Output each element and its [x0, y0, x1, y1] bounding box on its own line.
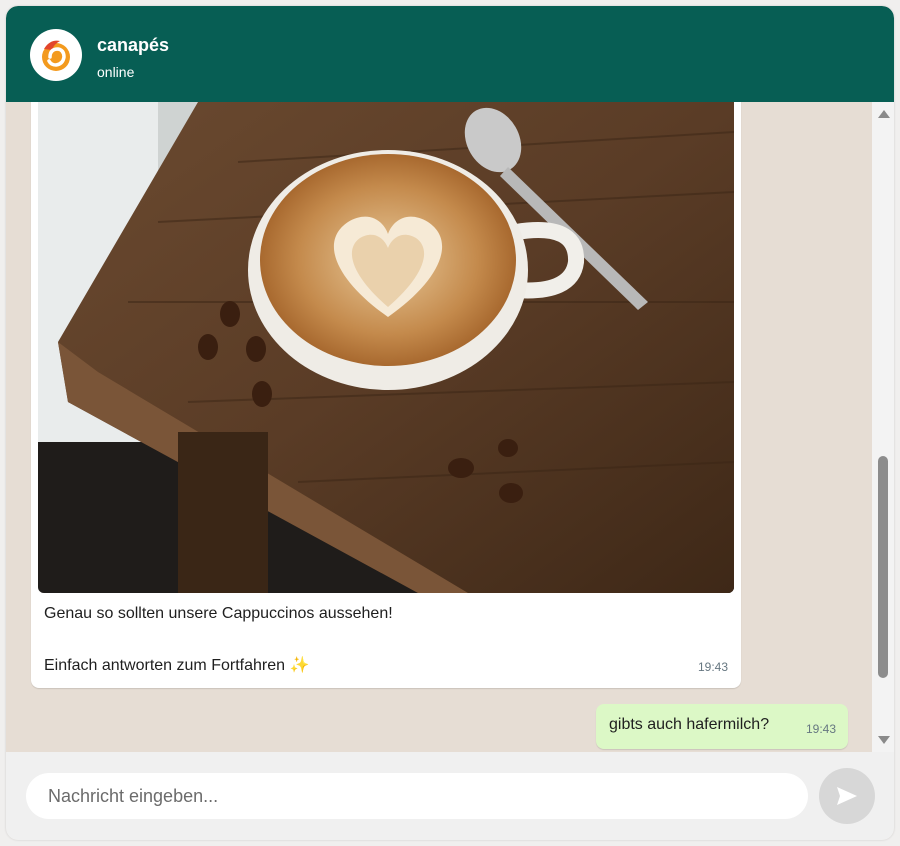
contact-status: online	[97, 64, 135, 80]
outgoing-message-text: gibts auch hafermilch?	[609, 716, 770, 733]
scroll-down-arrow-icon[interactable]	[878, 736, 890, 744]
scrollbar[interactable]	[872, 102, 894, 752]
latte-art-photo	[38, 102, 734, 593]
sparkles-emoji: ✨	[289, 657, 310, 674]
outgoing-message-timestamp: 19:43	[806, 722, 837, 736]
chat-window: canapés online Genau so sollten unsere C…	[6, 6, 894, 840]
brand-logo-icon	[42, 40, 70, 71]
message-text-line1: Genau so sollten unsere Cappuccinos auss…	[44, 605, 393, 622]
contact-name: canapés	[97, 35, 170, 55]
message-text-line2: Einfach antworten zum Fortfahren ✨	[44, 655, 309, 675]
message-list[interactable]: Genau so sollten unsere Cappuccinos auss…	[6, 102, 872, 752]
message-input[interactable]	[26, 773, 808, 819]
incoming-message: Genau so sollten unsere Cappuccinos auss…	[31, 102, 741, 688]
message-text-line2-text: Einfach antworten zum Fortfahren	[44, 657, 286, 674]
message-timestamp: 19:43	[698, 660, 729, 674]
avatar[interactable]	[30, 29, 82, 81]
outgoing-message: gibts auch hafermilch? 19:43	[596, 704, 848, 749]
scroll-up-arrow-icon[interactable]	[878, 110, 890, 118]
message-image[interactable]	[38, 102, 734, 593]
send-button[interactable]	[819, 768, 875, 824]
send-icon	[837, 787, 857, 805]
chat-header: canapés online	[6, 6, 894, 102]
scrollbar-thumb[interactable]	[878, 456, 888, 678]
composer-bar	[6, 752, 894, 840]
